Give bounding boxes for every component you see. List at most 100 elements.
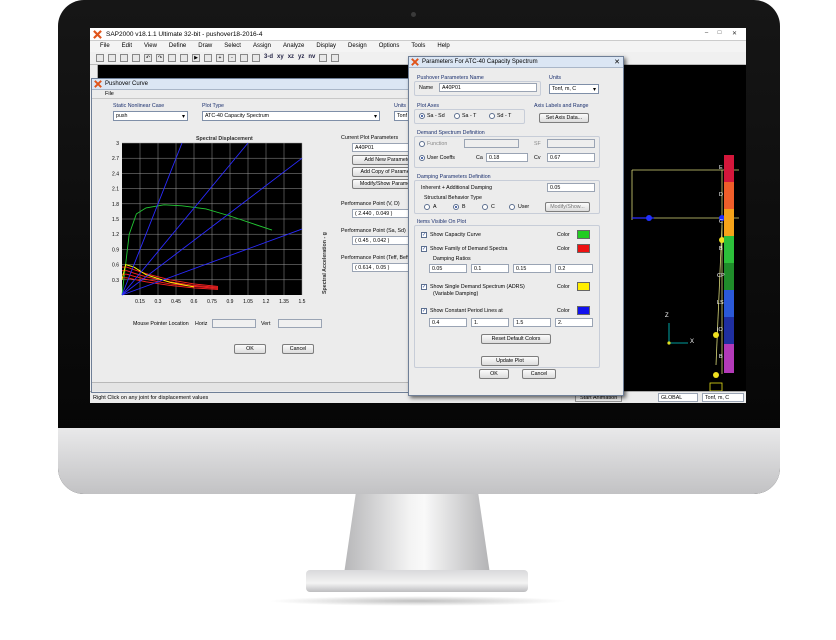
ca-label: Ca xyxy=(476,155,483,161)
run-icon[interactable]: ▶ xyxy=(192,54,200,62)
period-4-input[interactable]: 2. xyxy=(555,318,593,327)
coord-system-select[interactable]: GLOBAL xyxy=(658,393,698,402)
parameters-title: Parameters For ATC-40 Capacity Spectrum xyxy=(422,59,538,65)
menu-draw[interactable]: Draw xyxy=(198,43,212,52)
params-cancel-button[interactable]: Cancel xyxy=(522,369,556,379)
refresh-icon[interactable] xyxy=(168,54,176,62)
menu-display[interactable]: Display xyxy=(316,43,336,52)
view-nv-button[interactable]: nv xyxy=(308,54,315,64)
menu-file[interactable]: File xyxy=(100,43,110,52)
pushover-menu-bar: File xyxy=(92,90,423,99)
behavior-c-radio[interactable] xyxy=(482,204,488,210)
zoom-fit-icon[interactable] xyxy=(240,54,248,62)
user-coeffs-radio[interactable] xyxy=(419,155,425,161)
view-xy-button[interactable]: xy xyxy=(277,54,284,64)
period-2-input[interactable]: 1. xyxy=(471,318,509,327)
menu-edit[interactable]: Edit xyxy=(122,43,132,52)
reset-default-colors-button[interactable]: Reset Default Colors xyxy=(481,334,551,344)
params-ok-button[interactable]: OK xyxy=(479,369,509,379)
dialog-close-icon[interactable]: ✕ xyxy=(614,58,620,66)
behavior-b-radio[interactable] xyxy=(453,204,459,210)
pan-icon[interactable] xyxy=(252,54,260,62)
units-select[interactable]: Tonf, m, C xyxy=(549,84,599,94)
menu-options[interactable]: Options xyxy=(379,43,400,52)
pushover-cancel-button[interactable]: Cancel xyxy=(282,344,314,354)
static-case-select[interactable]: push xyxy=(113,111,188,121)
damping-ratio-2-input[interactable]: 0.1 xyxy=(471,264,509,273)
show-family-checkbox[interactable]: ✓ xyxy=(421,246,427,252)
pushover-ok-button[interactable]: OK xyxy=(234,344,266,354)
axes-sa-sd-radio[interactable] xyxy=(419,113,425,119)
parameters-dialog: Parameters For ATC-40 Capacity Spectrum … xyxy=(408,56,624,396)
show-single-checkbox[interactable]: ✓ xyxy=(421,284,427,290)
cv-label: Cv xyxy=(534,155,541,161)
open-file-icon[interactable] xyxy=(108,54,116,62)
damping-ratio-3-input[interactable]: 0.15 xyxy=(513,264,551,273)
print-icon[interactable] xyxy=(132,54,140,62)
cv-input[interactable]: 0.67 xyxy=(547,153,595,162)
menu-analyze[interactable]: Analyze xyxy=(283,43,304,52)
minimize-icon[interactable]: – xyxy=(702,30,711,38)
legend-level-e: E xyxy=(719,155,734,182)
pushover-curve-title-bar: Pushover Curve xyxy=(92,79,423,90)
damping-ratio-1-input[interactable]: 0.05 xyxy=(429,264,467,273)
period-1-input[interactable]: 0.4 xyxy=(429,318,467,327)
menu-assign[interactable]: Assign xyxy=(253,43,271,52)
zoom-out-icon[interactable]: - xyxy=(228,54,236,62)
function-radio[interactable] xyxy=(419,141,425,147)
periods-color-swatch[interactable] xyxy=(577,306,590,315)
behavior-user-radio[interactable] xyxy=(509,204,515,210)
inherent-damping-input[interactable]: 0.05 xyxy=(547,183,595,192)
menu-help[interactable]: Help xyxy=(437,43,449,52)
capacity-chart: 0.15 0.3 0.45 0.6 0.75 0.9 1.05 1.2 1.35 1.5 0.3 0.… xyxy=(100,141,325,311)
view-3d-button[interactable]: 3-d xyxy=(264,54,273,64)
zoom-window-icon[interactable] xyxy=(204,54,212,62)
horizontal-scrollbar[interactable] xyxy=(92,382,423,391)
pushover-menu-file[interactable]: File xyxy=(105,91,114,97)
capacity-color-swatch[interactable] xyxy=(577,230,590,239)
modify-show-behavior-button[interactable]: Modify/Show... xyxy=(545,202,590,212)
maximize-icon[interactable]: □ xyxy=(715,30,724,38)
shrink-icon[interactable] xyxy=(331,54,340,62)
zoom-in-icon[interactable]: + xyxy=(216,54,224,62)
view-yz-button[interactable]: yz xyxy=(298,54,304,64)
y-tick-label: 1.5 xyxy=(112,217,119,223)
axes-sd-t-radio[interactable] xyxy=(489,113,495,119)
single-color-label: Color xyxy=(557,284,570,290)
parameters-name-input[interactable]: A40P01 xyxy=(439,83,537,92)
plot-type-select[interactable]: ATC-40 Capacity Spectrum xyxy=(202,111,380,121)
user-coeffs-label: User Coeffs xyxy=(427,155,455,161)
save-icon[interactable] xyxy=(120,54,128,62)
menu-define[interactable]: Define xyxy=(169,43,186,52)
mouse-location-label: Mouse Pointer Location xyxy=(133,321,189,327)
menu-tools[interactable]: Tools xyxy=(411,43,425,52)
units-label: Units xyxy=(549,75,562,81)
menu-select[interactable]: Select xyxy=(224,43,241,52)
family-color-swatch[interactable] xyxy=(577,244,590,253)
close-icon[interactable]: ✕ xyxy=(730,30,739,38)
x-tick-label: 1.05 xyxy=(243,299,253,305)
sf-input[interactable] xyxy=(547,139,595,148)
single-color-swatch[interactable] xyxy=(577,282,590,291)
menu-design[interactable]: Design xyxy=(348,43,367,52)
x-tick-label: 0.3 xyxy=(155,299,162,305)
new-file-icon[interactable] xyxy=(96,54,104,62)
show-periods-checkbox[interactable]: ✓ xyxy=(421,308,427,314)
behavior-a-radio[interactable] xyxy=(424,204,430,210)
period-3-input[interactable]: 1.5 xyxy=(513,318,551,327)
undo-icon[interactable]: ↶ xyxy=(144,54,152,62)
function-select[interactable] xyxy=(464,139,519,148)
status-units-select[interactable]: Tonf, m, C xyxy=(702,393,744,402)
view-xz-button[interactable]: xz xyxy=(288,54,294,64)
set-axis-data-button[interactable]: Set Axis Data... xyxy=(539,113,589,123)
pushover-curve-window: Pushover Curve File Static Nonlinear Cas… xyxy=(91,78,427,393)
menu-view[interactable]: View xyxy=(144,43,157,52)
redo-icon[interactable]: ↷ xyxy=(156,54,164,62)
ca-input[interactable]: 0.18 xyxy=(486,153,528,162)
rotate-icon[interactable] xyxy=(319,54,328,62)
update-plot-button[interactable]: Update Plot xyxy=(481,356,539,366)
axes-sa-t-radio[interactable] xyxy=(454,113,460,119)
damping-ratio-4-input[interactable]: 0.2 xyxy=(555,264,593,273)
show-capacity-checkbox[interactable]: ✓ xyxy=(421,232,427,238)
lock-icon[interactable] xyxy=(180,54,188,62)
